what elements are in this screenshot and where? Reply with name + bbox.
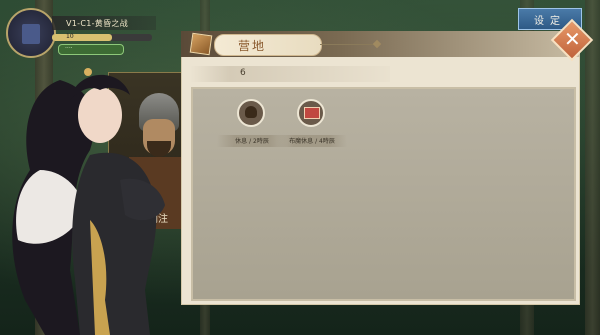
rest-icon[interactable] [237,99,265,127]
player-hud: V1-C1-黄昏之战 10 ···· [6,6,186,58]
progress-value: 10 [66,33,74,40]
action-list: 休息 / 2時辰 布魔休息 / 4時辰 [191,87,576,301]
list-item-label: 布魔休息 / 4時辰 [289,138,335,145]
progress-fill [52,34,112,41]
page-title: 营地 [238,39,267,53]
avatar[interactable] [6,8,56,58]
item-count: 6 [240,68,246,78]
camp-icon [189,32,213,56]
list-item-rest-long[interactable]: 布魔休息 / 4時辰 [277,99,349,149]
chapter-title: V1-C1-黄昏之战 [66,19,129,28]
book-icon[interactable] [297,99,325,127]
journal-icon [22,24,40,44]
close-icon[interactable]: ✕ [564,27,581,51]
progress-bar: 10 [52,33,152,41]
status-badge: ···· [58,44,124,55]
